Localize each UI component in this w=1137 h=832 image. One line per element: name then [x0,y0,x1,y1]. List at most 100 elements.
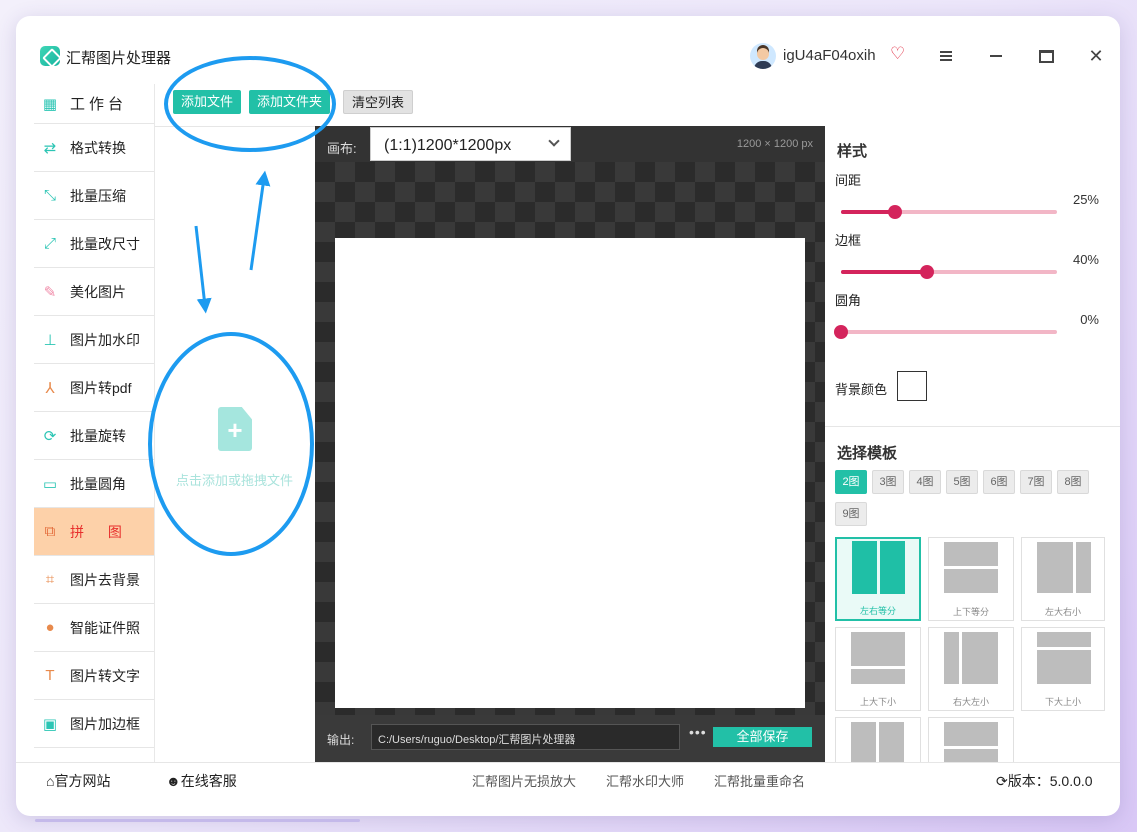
slider-fill [841,270,928,274]
canvas-label: 画布: [327,141,357,156]
sidebar-item-to-pdf[interactable]: ⅄ 图片转pdf [34,364,154,412]
sidebar-item-label: 图片去背景 [70,571,140,588]
template-card-8[interactable] [928,717,1014,763]
clear-list-button[interactable]: 清空列表 [343,90,414,114]
tab-4-images[interactable]: 4图 [909,470,941,494]
template-bottom-big-top-small[interactable]: 下大上小 [1021,627,1105,711]
username[interactable]: igU4aF04oxih [783,47,876,64]
sidebar-item-compress[interactable]: ⤡ 批量压缩 [34,172,154,220]
beautify-icon: ✎ [43,283,57,301]
tab-3-images[interactable]: 3图 [872,470,904,494]
sidebar-item-label: 图片加边框 [70,715,140,732]
spacing-slider[interactable] [841,205,1057,219]
refresh-icon: ⟳ [996,773,1008,789]
sidebar-item-rounded-corner[interactable]: ▭ 批量圆角 [34,460,154,508]
minimize-button[interactable] [984,44,1008,68]
sidebar-item-workbench[interactable]: ▦ 工作台 [34,84,154,124]
vip-heart-icon[interactable]: ♡ [890,45,908,63]
tab-8-images[interactable]: 8图 [1057,470,1089,494]
person-icon: ● [45,619,55,636]
footer-link-rename[interactable]: 汇帮批量重命名 [714,771,805,790]
tab-9-images[interactable]: 9图 [835,502,867,526]
footer: ⌂官方网站 ☻在线客服 汇帮图片无损放大 汇帮水印大师 汇帮批量重命名 ⟳版本：… [16,762,1120,794]
sidebar-item-id-photo[interactable]: ● 智能证件照 [34,604,154,652]
template-block [944,722,998,746]
border-slider[interactable] [841,265,1057,279]
support-icon: ☻ [166,773,181,789]
pdf-icon: ⅄ [45,379,55,397]
version-info[interactable]: ⟳版本：5.0.0.0 [996,771,1093,791]
save-all-button[interactable]: 全部保存 [713,727,812,747]
canvas-preview[interactable] [335,238,805,708]
template-block [1037,650,1091,684]
sidebar-item-format-convert[interactable]: ⇄ 格式转换 [34,124,154,172]
tab-2-images[interactable]: 2图 [835,470,867,494]
slider-handle[interactable] [920,265,935,279]
maximize-button[interactable] [1034,44,1058,68]
close-button[interactable]: ✕ [1084,44,1108,68]
sidebar-item-label: 批量改尺寸 [70,235,140,252]
canvas-size-select[interactable]: (1:1)1200*1200px [370,127,571,161]
footer-link-watermark[interactable]: 汇帮水印大师 [606,771,684,790]
collage-icon: ⧉ [44,523,56,540]
template-left-big-right-small[interactable]: 左大右小 [1021,537,1105,621]
add-folder-button[interactable]: 添加文件夹 [249,90,331,114]
sidebar-item-ocr[interactable]: T 图片转文字 [34,652,154,700]
template-block [944,569,998,593]
sidebar-item-remove-bg[interactable]: ⌗ 图片去背景 [34,556,154,604]
sidebar-item-label: 智能证件照 [70,619,140,636]
template-top-big-bottom-small[interactable]: 上大下小 [835,627,921,711]
template-right-big-left-small[interactable]: 右大左小 [928,627,1014,711]
template-top-bottom-equal[interactable]: 上下等分 [928,537,1014,621]
canvas-background [315,162,825,715]
text-icon: T [45,667,55,684]
add-file-icon[interactable] [218,407,252,451]
template-block [851,669,905,684]
tab-7-images[interactable]: 7图 [1020,470,1052,494]
rounded-corner-icon: ▭ [42,475,58,493]
canvas-dimensions: 1200 × 1200 px [736,138,813,150]
slider-handle[interactable] [834,325,848,339]
tab-6-images[interactable]: 6图 [983,470,1015,494]
style-section-title: 样式 [837,143,868,160]
template-caption: 左大右小 [1044,607,1081,617]
resize-icon: ⤢ [43,235,56,252]
menu-button[interactable] [934,44,958,68]
radius-slider[interactable] [834,325,1057,339]
sidebar-item-watermark[interactable]: ⊥ 图片加水印 [34,316,154,364]
website-link[interactable]: ⌂官方网站 [46,771,110,791]
canvas-size-value: (1:1)1200*1200px [384,137,512,154]
add-file-button[interactable]: 添加文件 [173,90,242,114]
template-caption: 左右等分 [859,606,896,616]
support-link[interactable]: ☻在线客服 [166,771,237,791]
close-icon: ✕ [1088,45,1104,66]
bg-color-label: 背景颜色 [835,382,888,397]
output-path-field[interactable]: C:/Users/ruguo/Desktop/汇帮图片处理器 [371,724,680,750]
template-block [851,722,876,763]
grid-icon: ▦ [42,95,58,113]
template-left-right-equal[interactable]: 左右等分 [835,537,921,621]
minimize-icon [990,55,1002,57]
slider-handle[interactable] [888,205,902,219]
spacing-value: 25% [1072,192,1099,207]
template-block [1037,632,1091,647]
footer-link-upscale[interactable]: 汇帮图片无损放大 [472,771,576,790]
tab-5-images[interactable]: 5图 [946,470,978,494]
app-title: 汇帮图片处理器 [66,50,172,67]
sidebar-item-collage[interactable]: ⧉ 拼 图 [34,508,154,556]
template-section-title: 选择模板 [837,445,898,462]
sidebar-item-beautify[interactable]: ✎ 美化图片 [34,268,154,316]
sidebar-item-label: 工作台 [70,96,128,113]
template-card-7[interactable] [835,717,921,763]
drop-zone-hint[interactable]: 点击添加或拖拽文件 [176,470,293,489]
sidebar-item-rotate[interactable]: ⟳ 批量旋转 [34,412,154,460]
template-caption: 右大左小 [952,697,989,707]
template-block [880,541,905,594]
bg-color-picker[interactable] [897,371,927,401]
avatar[interactable] [750,43,776,69]
template-caption: 下大上小 [1044,697,1081,707]
browse-more-button[interactable]: ••• [689,724,707,740]
sidebar-item-add-frame[interactable]: ▣ 图片加边框 [34,700,154,748]
sidebar-item-resize[interactable]: ⤢ 批量改尺寸 [34,220,154,268]
template-caption: 上大下小 [859,697,896,707]
